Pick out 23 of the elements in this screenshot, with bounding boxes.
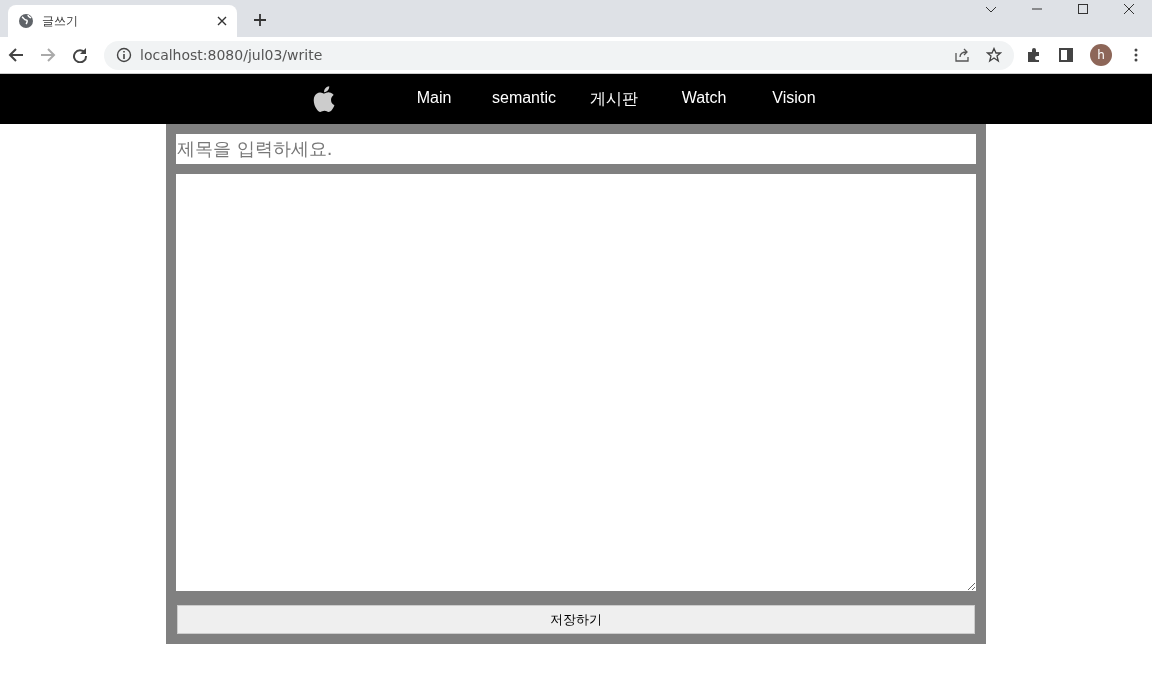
nav-link[interactable]: 게시판 bbox=[569, 88, 659, 110]
address-bar[interactable]: localhost:8080/jul03/write bbox=[104, 40, 1014, 70]
close-icon[interactable] bbox=[1123, 3, 1135, 15]
apple-logo-icon[interactable] bbox=[313, 86, 335, 112]
title-input-field[interactable]: 제목을 입력하세요. bbox=[176, 134, 976, 164]
nav-link[interactable]: Vision bbox=[749, 88, 839, 110]
share-icon[interactable] bbox=[954, 47, 970, 63]
star-icon[interactable] bbox=[986, 47, 1002, 63]
nav-link[interactable]: Watch bbox=[659, 88, 749, 110]
back-arrow-icon[interactable] bbox=[8, 47, 24, 63]
side-panel-icon[interactable] bbox=[1058, 47, 1074, 63]
nav-link[interactable]: Main bbox=[389, 88, 479, 110]
profile-avatar[interactable]: h bbox=[1090, 44, 1112, 66]
browser-tab[interactable]: 글쓰기 bbox=[8, 5, 237, 37]
close-icon[interactable] bbox=[217, 16, 227, 26]
maximize-icon[interactable] bbox=[1077, 3, 1089, 15]
nav-link[interactable]: semantic bbox=[479, 88, 569, 110]
info-icon bbox=[116, 47, 132, 63]
plus-icon[interactable] bbox=[253, 13, 267, 27]
save-button[interactable]: 저장하기 bbox=[177, 605, 975, 634]
reload-icon[interactable] bbox=[72, 47, 88, 63]
puzzle-icon[interactable] bbox=[1026, 47, 1042, 63]
tab-title: 글쓰기 bbox=[42, 12, 78, 30]
